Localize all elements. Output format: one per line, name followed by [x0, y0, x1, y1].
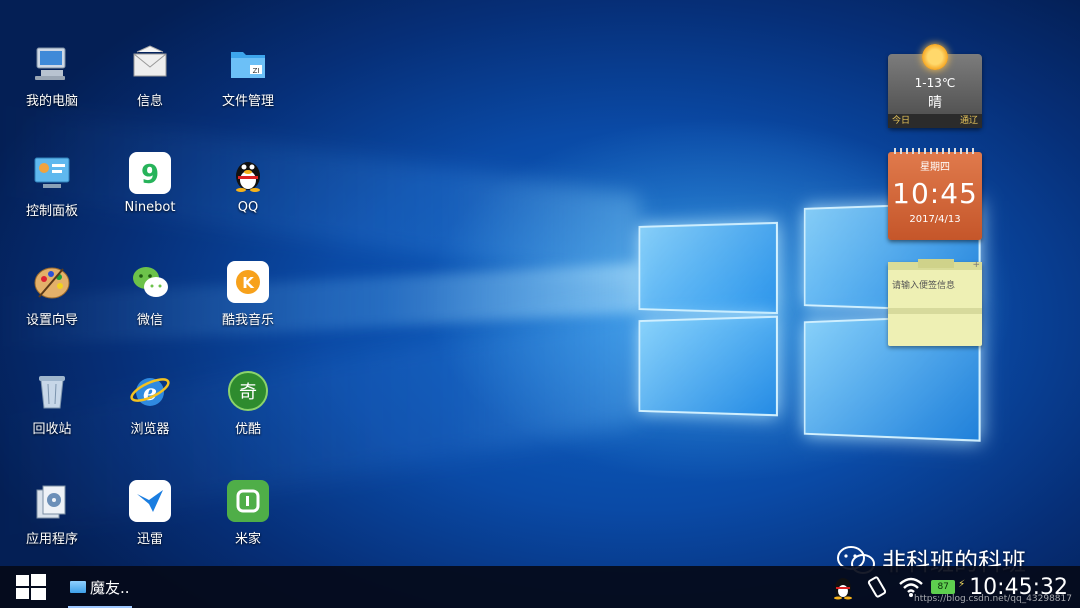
recycle-bin-icon: [31, 370, 73, 412]
mijia-icon: [227, 480, 269, 522]
weather-condition: 晴: [888, 92, 982, 112]
desktop-icon-label: 我的电脑: [7, 90, 97, 109]
computer-icon: [31, 42, 73, 84]
sticky-note-divider: [888, 308, 982, 314]
svg-text:ZI: ZI: [253, 67, 260, 75]
browser-icon: e: [129, 370, 171, 412]
desktop-icon-label: 回收站: [7, 418, 97, 437]
watermark-url: https://blog.csdn.net/qq_43298817: [914, 594, 1072, 604]
desktop-icon-label: 酷我音乐: [203, 309, 293, 328]
kuwo-music-icon: K: [227, 261, 269, 303]
desktop-icon-control-panel[interactable]: 控制面板: [7, 152, 97, 219]
desktop-icon-youku[interactable]: 奇 优酷: [203, 370, 293, 437]
windows-logo-pane: [639, 316, 778, 417]
folder-icon: ZI: [227, 42, 269, 84]
desktop-icon-label: 文件管理: [203, 90, 293, 109]
weather-widget[interactable]: 1-13℃ 晴 今日 通辽: [888, 54, 982, 128]
svg-text:9: 9: [141, 160, 159, 190]
desktop-icon-setup-wizard[interactable]: 设置向导: [7, 261, 97, 328]
sticky-note-widget[interactable]: + 请输入便签信息: [888, 262, 982, 346]
ninebot-icon: 9: [129, 152, 171, 194]
desktop-icon-label: QQ: [203, 200, 293, 215]
desktop-icon-kuwo-music[interactable]: K 酷我音乐: [203, 261, 293, 328]
sun-icon: [922, 44, 948, 70]
clock-weekday: 星期四: [888, 158, 982, 173]
windows-logo-pane: [639, 222, 778, 314]
weather-temperature: 1-13℃: [888, 76, 982, 90]
xunlei-icon: [129, 480, 171, 522]
palette-icon: [31, 261, 73, 303]
desktop-icon-label: 米家: [203, 528, 293, 547]
desktop-icon-xunlei[interactable]: 迅雷: [105, 480, 195, 547]
desktop-icon-messages[interactable]: 信息: [105, 42, 195, 109]
clock-date: 2017/4/13: [888, 214, 982, 225]
weather-today-link[interactable]: 今日: [892, 114, 910, 128]
desktop-icon-applications[interactable]: 应用程序: [7, 480, 97, 547]
taskbar-app-button[interactable]: 魔友..: [70, 575, 130, 599]
desktop-icon-ninebot[interactable]: 9 Ninebot: [105, 152, 195, 215]
desktop-icon-label: 信息: [105, 90, 195, 109]
clock-widget[interactable]: 星期四 10:45 2017/4/13: [888, 152, 982, 240]
weather-city-link[interactable]: 通辽: [960, 114, 978, 128]
desktop-icon-recycle-bin[interactable]: 回收站: [7, 370, 97, 437]
control-panel-icon: [31, 152, 73, 194]
desktop-icon-label: 控制面板: [7, 200, 97, 219]
desktop-icon-label: 优酷: [203, 418, 293, 437]
sticky-note-input[interactable]: 请输入便签信息: [888, 270, 982, 291]
taskbar-app-label: 魔友..: [90, 577, 130, 598]
calendar-rings: [894, 148, 976, 154]
desktop-icon-label: 浏览器: [105, 418, 195, 437]
desktop-icon-mijia[interactable]: 米家: [203, 480, 293, 547]
youku-icon: 奇: [227, 370, 269, 412]
folder-icon: [70, 581, 86, 593]
svg-text:K: K: [242, 274, 255, 292]
qq-tray-icon[interactable]: [829, 573, 857, 601]
desktop-icon-label: 迅雷: [105, 528, 195, 547]
desktop-icon-my-computer[interactable]: 我的电脑: [7, 42, 97, 109]
sticky-note-header: +: [888, 262, 982, 270]
add-note-icon[interactable]: +: [972, 260, 980, 270]
desktop-icon-qq[interactable]: QQ: [203, 152, 293, 215]
battery-indicator[interactable]: 87: [931, 580, 955, 594]
svg-text:奇: 奇: [239, 382, 257, 403]
desktop-icon-file-manager[interactable]: ZI 文件管理: [203, 42, 293, 109]
mail-icon: [129, 42, 171, 84]
desktop-icon-label: 设置向导: [7, 309, 97, 328]
screen-rotate-icon[interactable]: [863, 573, 891, 601]
wechat-icon: [129, 261, 171, 303]
desktop-icon-browser[interactable]: e 浏览器: [105, 370, 195, 437]
desktop-icon-label: 微信: [105, 309, 195, 328]
clock-time: 10:45: [888, 177, 982, 210]
desktop-icon-wechat[interactable]: 微信: [105, 261, 195, 328]
desktop-icon-label: Ninebot: [105, 200, 195, 215]
windows-start-icon[interactable]: [16, 574, 46, 600]
applications-icon: [31, 480, 73, 522]
qq-penguin-icon: [227, 152, 269, 194]
sticky-note-tab: [918, 259, 954, 268]
desktop-icon-label: 应用程序: [7, 528, 97, 547]
